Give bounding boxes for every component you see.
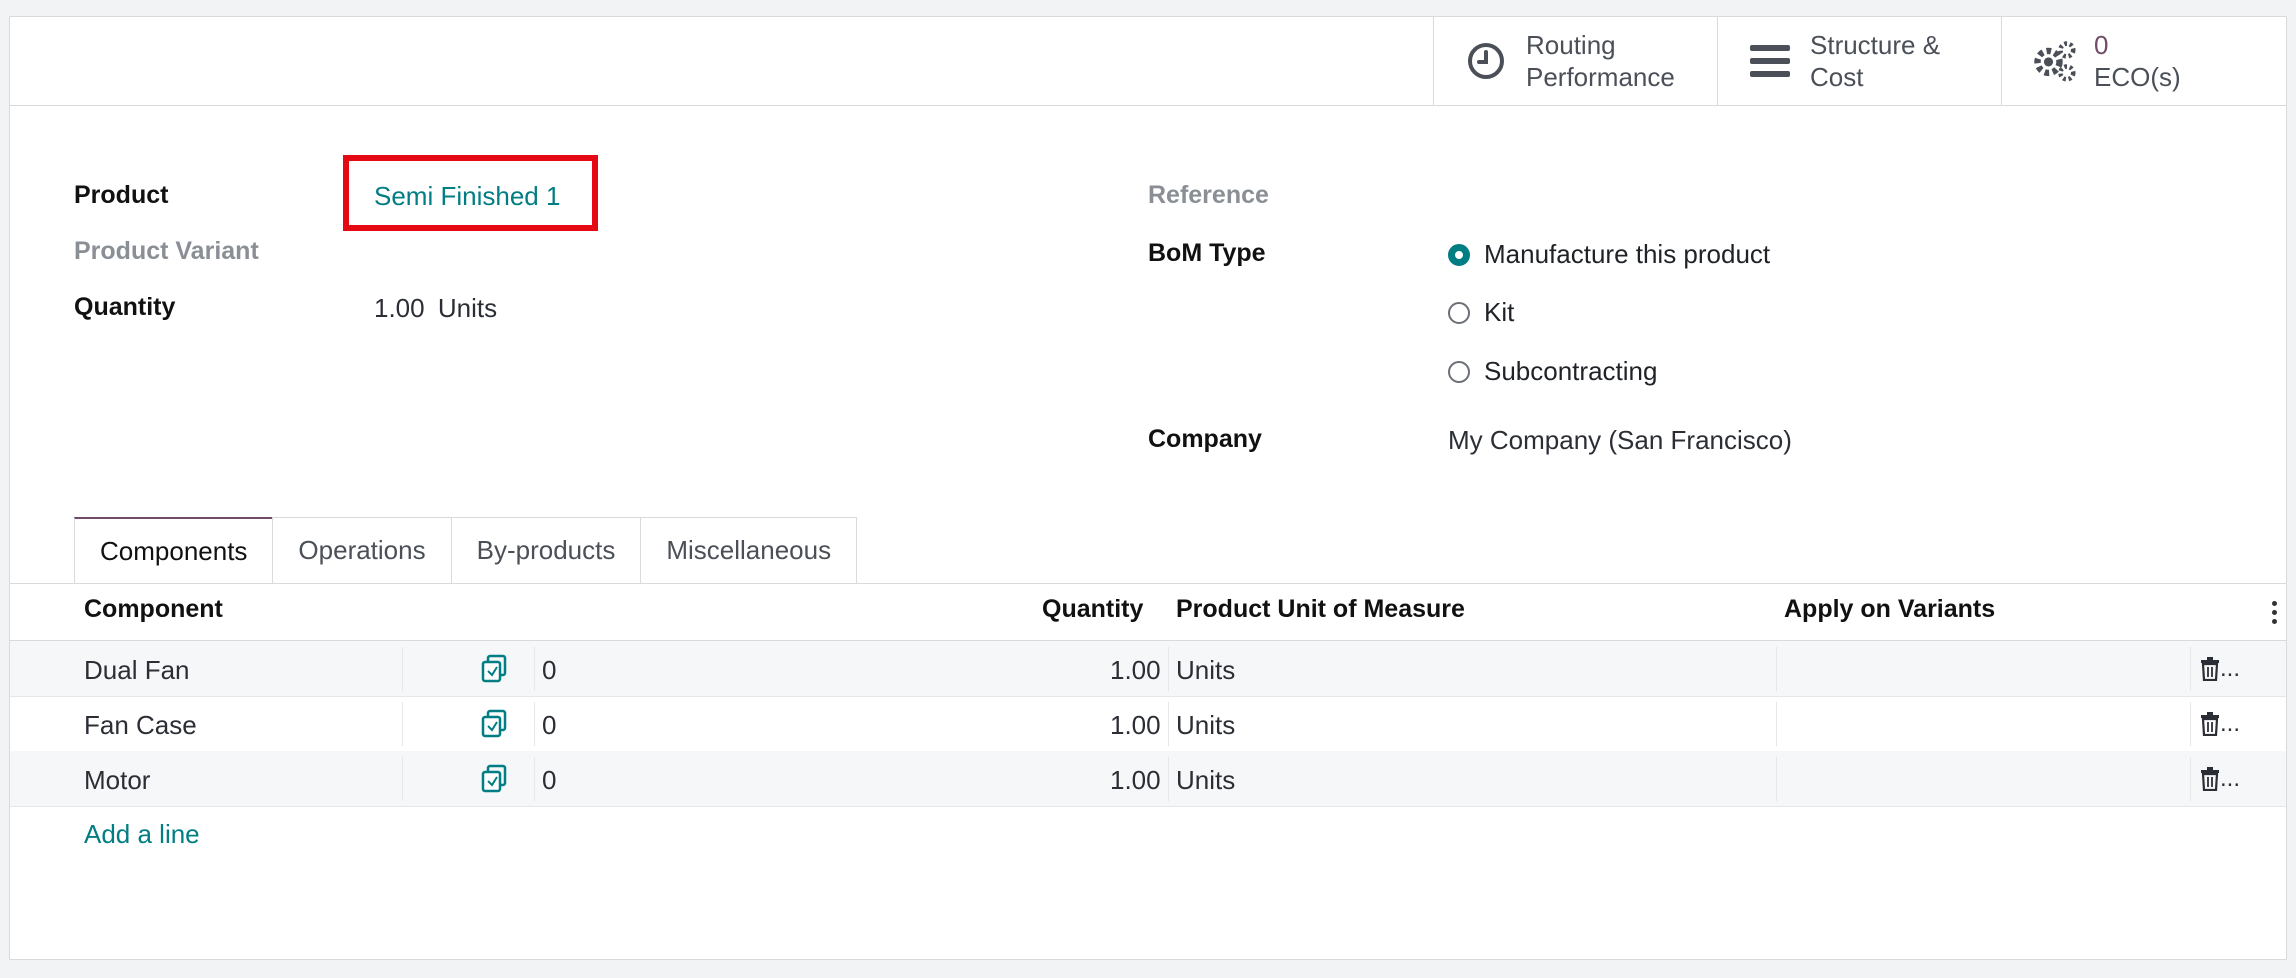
product-label: Product — [74, 181, 169, 209]
highlight-box — [343, 155, 598, 231]
cell-component[interactable]: Dual Fan — [84, 655, 190, 686]
bars-icon — [1748, 39, 1792, 83]
table-row[interactable]: Motor 0 1.00 Units ... — [10, 751, 2286, 807]
tab-by-products[interactable]: By-products — [450, 517, 642, 583]
column-header-variants[interactable]: Apply on Variants — [1784, 595, 1995, 624]
radio-unchecked-icon[interactable] — [1448, 360, 1470, 383]
tab-components[interactable]: Components — [74, 517, 274, 584]
trash-icon — [2201, 712, 2219, 736]
routing-label-2: Performance — [1526, 62, 1675, 92]
quantity-label: Quantity — [74, 293, 176, 321]
add-line-link[interactable]: Add a line — [84, 819, 200, 850]
kebab-icon[interactable] — [2272, 601, 2278, 628]
product-variant-label: Product Variant — [74, 237, 259, 265]
delete-row-button[interactable]: ... — [2200, 765, 2240, 793]
eco-button[interactable]: 0 ECO(s) — [2001, 17, 2288, 105]
bom-type-subcontracting-option[interactable]: Subcontracting — [1448, 356, 1657, 387]
tab-miscellaneous[interactable]: Miscellaneous — [640, 517, 858, 583]
structure-label-1: Structure & — [1810, 30, 1941, 60]
quantity-field[interactable]: 1.00 Units — [374, 293, 497, 324]
cell-quantity[interactable]: 1.00 — [1110, 765, 1161, 796]
notebook-tabs: Components Operations By-products Miscel… — [74, 517, 858, 584]
trash-ellipsis: ... — [2220, 765, 2241, 792]
bom-form-sheet: Routing Performance Structure & Cost 0 E… — [9, 16, 2287, 960]
table-row[interactable]: Dual Fan 0 1.00 Units ... — [10, 641, 2286, 697]
bom-type-option-label: Kit — [1484, 297, 1515, 327]
bom-type-option-label: Manufacture this product — [1484, 239, 1771, 269]
cell-quantity[interactable]: 1.00 — [1110, 710, 1161, 741]
delete-row-button[interactable]: ... — [2200, 710, 2240, 738]
column-header-quantity[interactable]: Quantity — [1042, 595, 1143, 624]
routing-performance-button[interactable]: Routing Performance — [1433, 17, 1718, 105]
cell-uom[interactable]: Units — [1176, 655, 1235, 686]
trash-ellipsis: ... — [2220, 710, 2241, 737]
radio-unchecked-icon[interactable] — [1448, 301, 1470, 324]
bom-type-label: BoM Type — [1148, 239, 1266, 267]
table-row[interactable]: Fan Case 0 1.00 Units ... — [10, 696, 2286, 752]
bom-type-manufacture-option[interactable]: Manufacture this product — [1448, 239, 1770, 270]
cell-count: 0 — [542, 710, 557, 740]
cell-component[interactable]: Motor — [84, 765, 150, 796]
cell-count: 0 — [542, 765, 557, 795]
cell-quantity[interactable]: 1.00 — [1110, 655, 1161, 686]
eco-label: ECO(s) — [2094, 62, 2181, 92]
cell-count: 0 — [542, 655, 557, 685]
routing-label-1: Routing — [1526, 30, 1616, 60]
quantity-uom: Units — [437, 293, 498, 323]
trash-icon — [2201, 767, 2219, 791]
column-header-component[interactable]: Component — [84, 595, 223, 624]
cell-component[interactable]: Fan Case — [84, 710, 197, 741]
structure-label-2: Cost — [1810, 62, 1864, 92]
clock-icon — [1464, 39, 1508, 83]
tab-operations[interactable]: Operations — [272, 517, 452, 583]
cell-uom[interactable]: Units — [1176, 765, 1235, 796]
bom-type-option-label: Subcontracting — [1484, 356, 1658, 386]
copy-icon[interactable] — [480, 708, 510, 738]
delete-row-button[interactable]: ... — [2200, 655, 2240, 683]
trash-ellipsis: ... — [2220, 655, 2241, 682]
gears-icon — [2032, 39, 2076, 83]
column-header-uom[interactable]: Product Unit of Measure — [1176, 595, 1465, 624]
eco-count: 0 — [2094, 30, 2109, 60]
trash-icon — [2201, 657, 2219, 681]
structure-cost-button[interactable]: Structure & Cost — [1717, 17, 2002, 105]
bom-type-kit-option[interactable]: Kit — [1448, 297, 1514, 328]
radio-checked-icon[interactable] — [1448, 243, 1470, 266]
company-field[interactable]: My Company (San Francisco) — [1448, 425, 1792, 456]
copy-icon[interactable] — [480, 763, 510, 793]
quantity-value: 1.00 — [374, 293, 425, 323]
company-label: Company — [1148, 425, 1262, 453]
button-box: Routing Performance Structure & Cost 0 E… — [10, 17, 2286, 106]
reference-label: Reference — [1148, 181, 1269, 209]
copy-icon[interactable] — [480, 653, 510, 683]
tab-divider — [10, 583, 2286, 584]
cell-uom[interactable]: Units — [1176, 710, 1235, 741]
